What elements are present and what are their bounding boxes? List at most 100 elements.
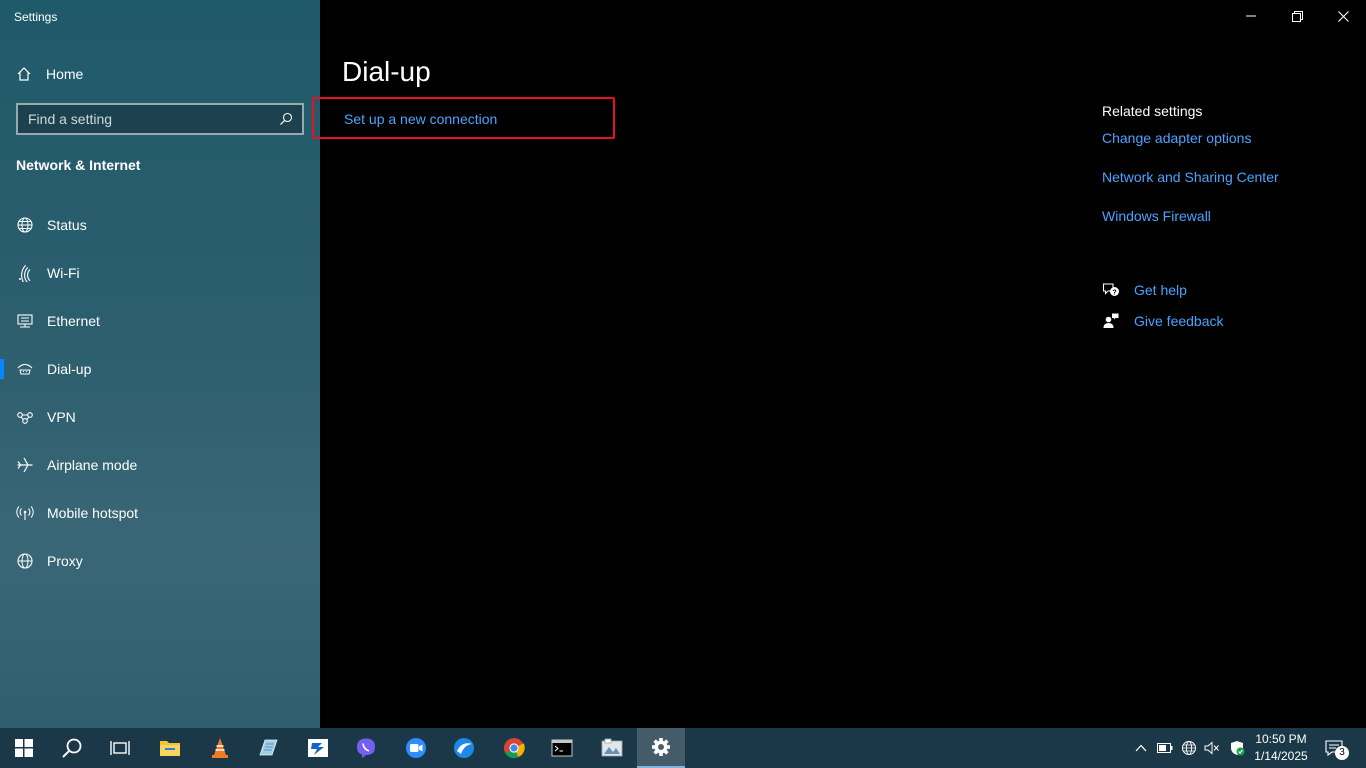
sidebar: Settings Home Network & Internet Status [0, 0, 320, 728]
zoom-icon [406, 738, 426, 758]
vlc-app[interactable] [196, 728, 244, 768]
notification-count-badge: 3 [1335, 746, 1349, 760]
task-view-icon [110, 741, 130, 755]
show-hidden-icons-button[interactable] [1131, 736, 1151, 760]
start-button[interactable] [0, 728, 48, 768]
feedback-icon [1102, 312, 1120, 330]
minimize-icon [1246, 15, 1256, 17]
get-help-link[interactable]: ? Get help [1102, 274, 1224, 305]
close-icon [1337, 10, 1349, 22]
sidebar-item-label: Status [47, 217, 87, 233]
vpn-icon [16, 408, 34, 426]
globe-network-icon [16, 216, 34, 234]
gear-icon [652, 738, 670, 756]
sidebar-item-vpn[interactable]: VPN [0, 393, 320, 441]
browser-app[interactable] [440, 728, 488, 768]
minimize-button[interactable] [1228, 0, 1274, 32]
sidebar-item-label: Wi-Fi [47, 265, 80, 281]
vlc-cone-icon [212, 738, 228, 758]
volume-tray-icon[interactable] [1202, 736, 1222, 760]
section-title: Network & Internet [16, 157, 141, 173]
main-content: Dial-up Set up a new connection Related … [312, 0, 1366, 728]
battery-tray-icon[interactable] [1155, 736, 1175, 760]
taskbar: 10:50 PM 1/14/2025 3 [0, 728, 1366, 768]
svg-text:?: ? [1112, 289, 1116, 296]
settings-app[interactable] [637, 728, 685, 768]
action-center-button[interactable]: 3 [1322, 736, 1349, 760]
network-tray-icon[interactable] [1179, 736, 1199, 760]
chrome-icon [504, 738, 525, 758]
search-icon [62, 738, 82, 758]
volume-muted-icon [1204, 741, 1219, 755]
taskbar-search-button[interactable] [48, 728, 96, 768]
network-globe-icon [1182, 741, 1196, 755]
viber-icon [357, 738, 375, 758]
windows-logo-icon [15, 739, 33, 757]
security-tray-icon[interactable] [1227, 736, 1247, 760]
sidebar-item-proxy[interactable]: Proxy [0, 537, 320, 585]
wifi-icon [16, 264, 34, 282]
get-help-label: Get help [1134, 281, 1187, 298]
chat-help-icon: ? [1102, 281, 1120, 299]
home-label: Home [46, 66, 84, 82]
restore-button[interactable] [1274, 0, 1320, 32]
related-settings-heading: Related settings [1102, 103, 1203, 119]
sidebar-item-ethernet[interactable]: Ethernet [0, 297, 320, 345]
chrome-app[interactable] [490, 728, 538, 768]
restore-icon [1291, 10, 1303, 22]
nav-list: Status Wi-Fi Ethernet Dial-up VPN Airpla… [0, 201, 320, 585]
change-adapter-options-link[interactable]: Change adapter options [1102, 130, 1342, 169]
sidebar-item-wifi[interactable]: Wi-Fi [0, 249, 320, 297]
terminal-app[interactable] [538, 728, 586, 768]
dialup-icon [16, 360, 34, 378]
sidebar-item-mobile-hotspot[interactable]: Mobile hotspot [0, 489, 320, 537]
sidebar-item-label: Mobile hotspot [47, 505, 139, 521]
zoom-app[interactable] [392, 728, 440, 768]
give-feedback-link[interactable]: Give feedback [1102, 305, 1224, 336]
home-icon [16, 66, 32, 82]
home-nav-item[interactable]: Home [16, 62, 83, 86]
battery-icon [1157, 743, 1173, 753]
chevron-up-icon [1135, 744, 1147, 752]
sidebar-item-status[interactable]: Status [0, 201, 320, 249]
sidebar-item-label: Airplane mode [47, 457, 138, 473]
clock-date: 1/14/2025 [1254, 749, 1308, 763]
notepad-icon [259, 739, 278, 756]
notepad-app[interactable] [244, 728, 292, 768]
page-title: Dial-up [342, 56, 431, 87]
windows-firewall-link[interactable]: Windows Firewall [1102, 208, 1342, 247]
search-input[interactable] [28, 111, 278, 127]
browser-icon [454, 738, 474, 758]
file-explorer-app[interactable] [146, 728, 194, 768]
image-app[interactable] [588, 728, 636, 768]
remote-desktop-icon [308, 739, 328, 757]
clock-time: 10:50 PM [1255, 732, 1307, 746]
globe-icon [16, 552, 34, 570]
shield-check-icon [1231, 741, 1245, 756]
sidebar-item-label: Dial-up [47, 361, 92, 377]
airplane-icon [16, 456, 34, 474]
setup-new-connection-link[interactable]: Set up a new connection [344, 111, 497, 127]
task-view-button[interactable] [96, 728, 144, 768]
search-box[interactable] [16, 103, 304, 135]
related-settings: Related settings Change adapter options … [1102, 103, 1342, 247]
app-title: Settings [14, 10, 58, 24]
search-icon[interactable] [278, 111, 294, 127]
ethernet-icon [16, 312, 34, 330]
settings-window: Settings Home Network & Internet Status [0, 0, 1366, 728]
folder-icon [160, 741, 180, 756]
viber-app[interactable] [342, 728, 390, 768]
clock[interactable]: 10:50 PM 1/14/2025 [1252, 731, 1310, 765]
sidebar-item-airplane-mode[interactable]: Airplane mode [0, 441, 320, 489]
sidebar-item-dialup[interactable]: Dial-up [0, 345, 320, 393]
network-sharing-center-link[interactable]: Network and Sharing Center [1102, 169, 1342, 208]
help-section: ? Get help Give feedback [1102, 274, 1224, 336]
terminal-icon [551, 739, 573, 757]
sidebar-item-label: VPN [47, 409, 76, 425]
remote-app[interactable] [294, 728, 342, 768]
image-viewer-icon [601, 738, 623, 757]
hotspot-icon [16, 504, 34, 522]
close-button[interactable] [1320, 0, 1366, 32]
sidebar-item-label: Proxy [47, 553, 83, 569]
sidebar-item-label: Ethernet [47, 313, 100, 329]
